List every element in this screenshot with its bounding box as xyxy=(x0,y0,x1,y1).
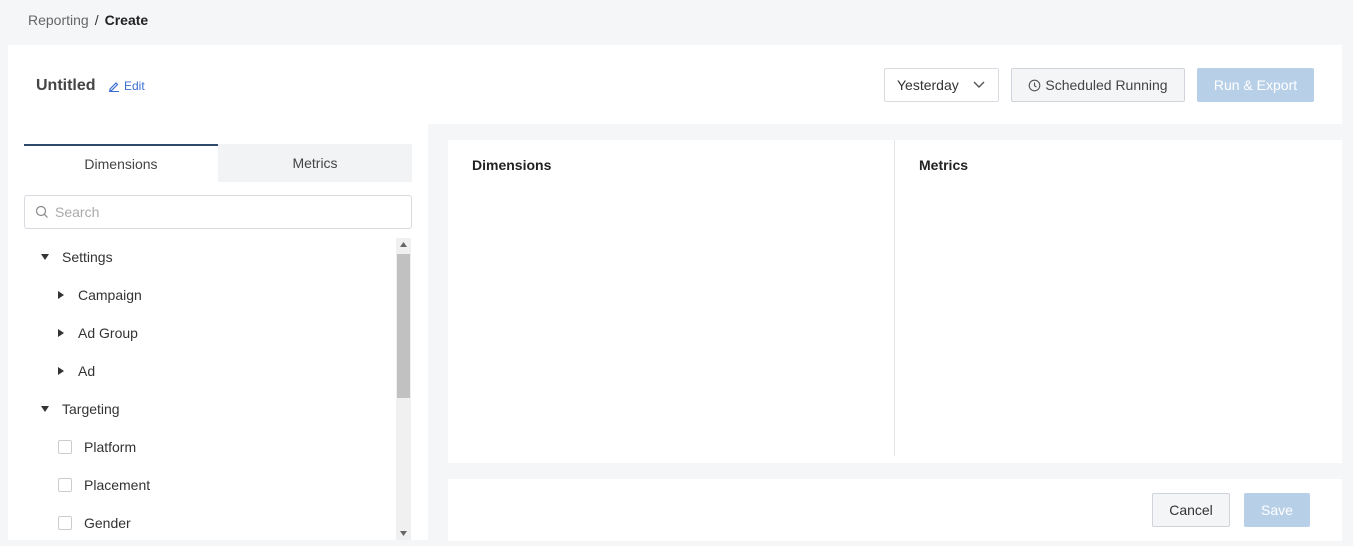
tree-scrollbar[interactable] xyxy=(396,238,411,540)
tree-label: Settings xyxy=(62,249,113,265)
scheduled-running-label: Scheduled Running xyxy=(1045,77,1168,93)
search-icon xyxy=(35,205,48,218)
caret-right-icon xyxy=(56,367,66,375)
save-button[interactable]: Save xyxy=(1244,493,1310,527)
caret-down-icon xyxy=(40,406,50,412)
pencil-icon xyxy=(109,82,119,92)
tab-dimensions[interactable]: Dimensions xyxy=(24,144,218,182)
field-tabs: Dimensions Metrics xyxy=(24,144,412,182)
edit-title-button[interactable]: Edit xyxy=(108,79,145,93)
edit-label: Edit xyxy=(124,79,145,93)
platform-checkbox[interactable] xyxy=(58,440,72,454)
tree-item-ad[interactable]: Ad xyxy=(56,361,95,381)
tree-label: Gender xyxy=(84,515,131,531)
breadcrumb-separator: / xyxy=(94,12,99,28)
date-range-value: Yesterday xyxy=(897,77,959,93)
tree-item-ad-group[interactable]: Ad Group xyxy=(56,323,138,343)
search-input[interactable] xyxy=(55,204,395,220)
caret-down-icon xyxy=(40,254,50,260)
date-range-select[interactable]: Yesterday xyxy=(884,68,999,102)
caret-right-icon xyxy=(56,291,66,299)
breadcrumb-reporting[interactable]: Reporting xyxy=(28,12,89,28)
metrics-column-title: Metrics xyxy=(919,157,969,173)
tree-group-settings[interactable]: Settings xyxy=(40,247,113,267)
scheduled-running-button[interactable]: Scheduled Running xyxy=(1011,68,1185,102)
tree-label: Platform xyxy=(84,439,137,455)
dimensions-column-title: Dimensions xyxy=(472,157,552,173)
tree-item-platform[interactable]: Platform xyxy=(58,437,136,457)
tree-item-placement[interactable]: Placement xyxy=(58,475,150,495)
report-title: Untitled xyxy=(36,77,96,94)
tree-label: Targeting xyxy=(62,401,120,417)
caret-right-icon xyxy=(56,329,66,337)
breadcrumb: Reporting / Create xyxy=(28,12,148,28)
report-header: Untitled Edit Yesterday Scheduled Runnin… xyxy=(8,45,1342,124)
scroll-up-arrow-icon[interactable] xyxy=(400,242,407,247)
cancel-button[interactable]: Cancel xyxy=(1152,493,1230,527)
tree-label: Ad Group xyxy=(78,325,138,341)
tab-metrics[interactable]: Metrics xyxy=(218,144,412,182)
placement-checkbox[interactable] xyxy=(58,478,72,492)
clock-icon xyxy=(1029,79,1041,91)
field-picker-panel: Dimensions Metrics Settings Campaign Ad … xyxy=(8,124,428,540)
action-footer: Cancel Save xyxy=(448,479,1342,541)
chevron-down-icon xyxy=(973,81,985,88)
tree-label: Campaign xyxy=(78,287,142,303)
breadcrumb-current: Create xyxy=(104,12,149,28)
tree-item-gender[interactable]: Gender xyxy=(58,513,131,533)
selected-fields-panel: Dimensions Metrics xyxy=(448,140,1342,463)
scrollbar-thumb[interactable] xyxy=(397,254,410,398)
column-divider xyxy=(894,140,895,456)
tree-label: Ad xyxy=(78,363,96,379)
search-box xyxy=(24,195,412,229)
run-export-button[interactable]: Run & Export xyxy=(1197,68,1314,102)
tree-label: Placement xyxy=(84,477,151,493)
tree-group-targeting[interactable]: Targeting xyxy=(40,399,120,419)
scroll-down-arrow-icon[interactable] xyxy=(400,531,407,536)
field-tree: Settings Campaign Ad Group Ad Targeting xyxy=(24,238,396,540)
tree-item-campaign[interactable]: Campaign xyxy=(56,285,142,305)
gender-checkbox[interactable] xyxy=(58,516,72,530)
